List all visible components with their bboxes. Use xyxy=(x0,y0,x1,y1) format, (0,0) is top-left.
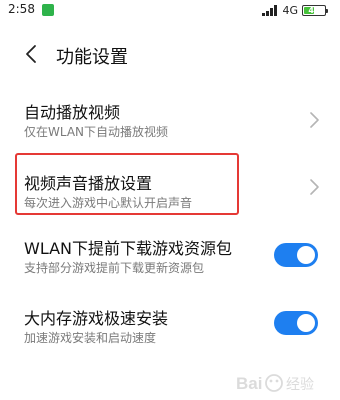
back-button[interactable] xyxy=(20,42,44,66)
svg-text:经验: 经验 xyxy=(286,377,314,393)
setting-subtitle: 加速游戏安装和启动速度 xyxy=(24,331,157,345)
header: 功能设置 xyxy=(0,36,340,72)
setting-title: 大内存游戏极速安装 xyxy=(24,309,169,328)
svg-text:Bai: Bai xyxy=(236,374,262,393)
status-indicators: 4G 49 xyxy=(262,3,328,17)
setting-subtitle: 每次进入游戏中心默认开启声音 xyxy=(24,196,193,210)
network-type: 4G xyxy=(282,3,298,17)
fast-install-toggle[interactable] xyxy=(274,311,318,335)
setting-video-sound[interactable]: 视频声音播放设置 每次进入游戏中心默认开启声音 xyxy=(0,157,340,215)
setting-subtitle: 仅在WLAN下自动播放视频 xyxy=(24,125,169,139)
signal-strength-icon xyxy=(262,4,278,16)
app-notification-icon xyxy=(42,4,54,16)
battery-icon: 49 xyxy=(302,4,328,16)
battery-level: 49 xyxy=(308,5,320,15)
toggle-knob xyxy=(297,314,315,332)
back-arrow-icon xyxy=(26,45,36,63)
setting-auto-play-video[interactable]: 自动播放视频 仅在WLAN下自动播放视频 xyxy=(0,92,340,150)
status-time: 2:58 xyxy=(8,2,35,16)
setting-wlan-preload[interactable]: WLAN下提前下载游戏资源包 支持部分游戏提前下载更新资源包 xyxy=(0,228,340,284)
status-bar: 2:58 4G 49 xyxy=(0,0,340,22)
setting-title: 自动播放视频 xyxy=(24,103,121,122)
setting-title: 视频声音播放设置 xyxy=(24,174,153,193)
setting-fast-install[interactable]: 大内存游戏极速安装 加速游戏安装和启动速度 xyxy=(0,298,340,354)
toggle-knob xyxy=(297,246,315,264)
setting-title: WLAN下提前下载游戏资源包 xyxy=(24,239,233,258)
chevron-right-icon xyxy=(310,179,319,195)
chevron-right-icon xyxy=(310,112,319,128)
baidu-watermark-logo: Bai 经验 xyxy=(236,374,314,393)
page-title: 功能设置 xyxy=(56,47,128,68)
wlan-preload-toggle[interactable] xyxy=(274,243,318,267)
setting-subtitle: 支持部分游戏提前下载更新资源包 xyxy=(24,261,205,275)
